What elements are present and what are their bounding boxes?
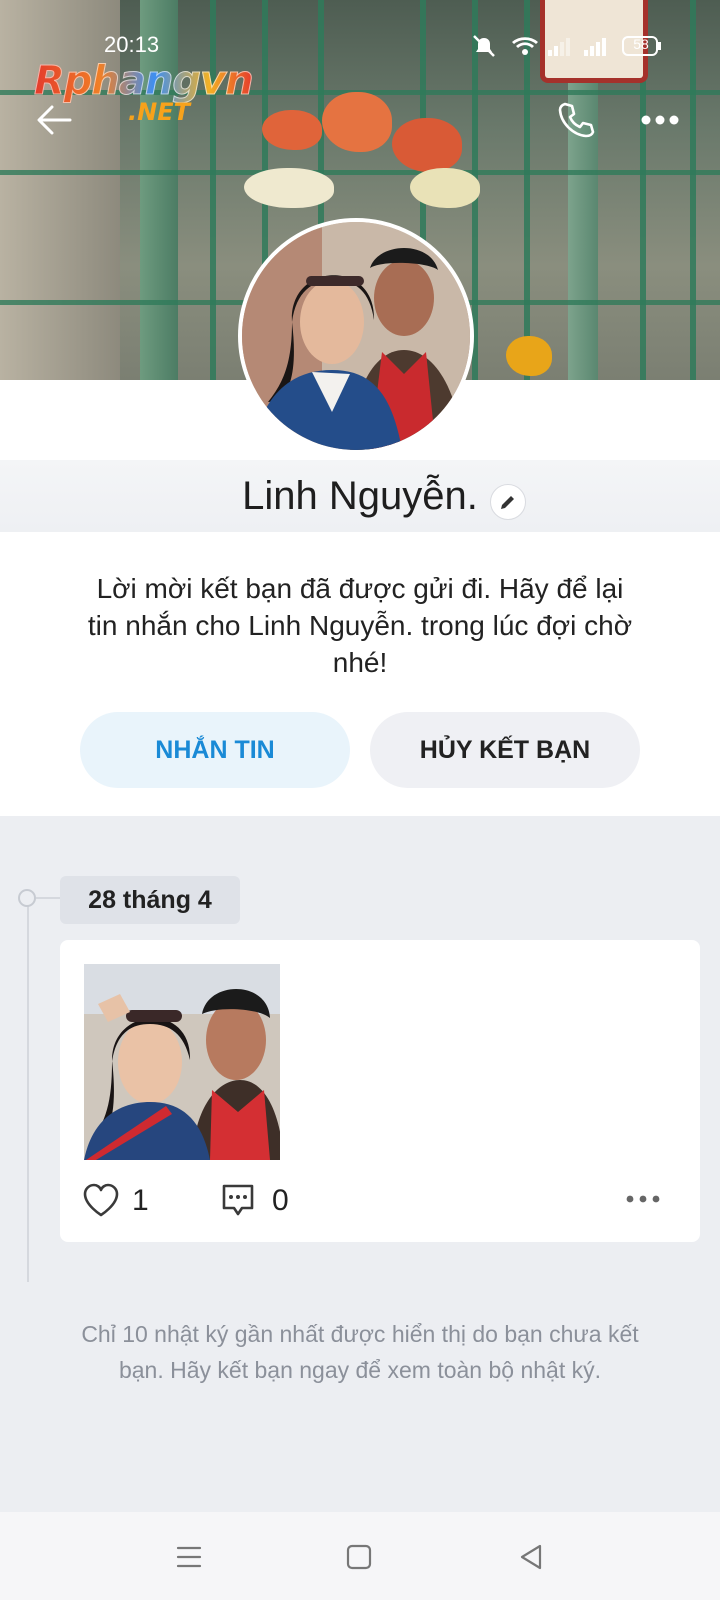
more-horizontal-icon: [626, 1195, 660, 1203]
friend-request-message: Lời mời kết bạn đã được gửi đi. Hãy để l…: [87, 573, 633, 678]
more-options-button[interactable]: [632, 92, 688, 148]
menu-icon: [176, 1546, 202, 1568]
pencil-icon: [501, 496, 514, 509]
heart-icon: [83, 1183, 119, 1217]
timeline-connector: [36, 897, 62, 899]
home-square-icon: [346, 1544, 372, 1570]
call-button[interactable]: [548, 92, 604, 148]
back-nav-button[interactable]: [514, 1540, 548, 1574]
phone-icon: [558, 102, 595, 138]
status-time: 20:13: [104, 32, 160, 57]
back-arrow-icon: [37, 105, 72, 135]
comment-button[interactable]: [220, 1182, 256, 1220]
profile-name: Linh Nguyễn.: [242, 474, 478, 518]
home-button[interactable]: [342, 1540, 376, 1574]
post-photo[interactable]: [84, 964, 280, 1160]
recent-apps-button[interactable]: [172, 1540, 206, 1574]
send-message-button[interactable]: NHẮN TIN: [80, 712, 350, 788]
timeline-date: 28 tháng 4: [60, 876, 240, 924]
edit-name-button[interactable]: [490, 484, 526, 520]
post-options-button[interactable]: [624, 1192, 662, 1206]
battery-level: 58: [633, 36, 649, 52]
avatar[interactable]: [238, 218, 474, 454]
timeline-limit-note: Chỉ 10 nhật ký gần nhất được hiển thị do…: [81, 1321, 639, 1383]
timeline-line: [27, 898, 29, 1282]
like-count: 1: [132, 1184, 149, 1217]
watermark-logo-suffix: .NET: [128, 98, 190, 126]
cancel-friend-request-button[interactable]: HỦY KẾT BẠN: [370, 712, 640, 788]
comment-count: 0: [272, 1184, 289, 1217]
back-triangle-icon: [520, 1544, 542, 1570]
comment-icon: [222, 1184, 254, 1216]
more-horizontal-icon: [641, 115, 679, 125]
timeline-dot: [18, 889, 36, 907]
back-button[interactable]: [26, 92, 82, 148]
like-button[interactable]: [82, 1182, 120, 1218]
